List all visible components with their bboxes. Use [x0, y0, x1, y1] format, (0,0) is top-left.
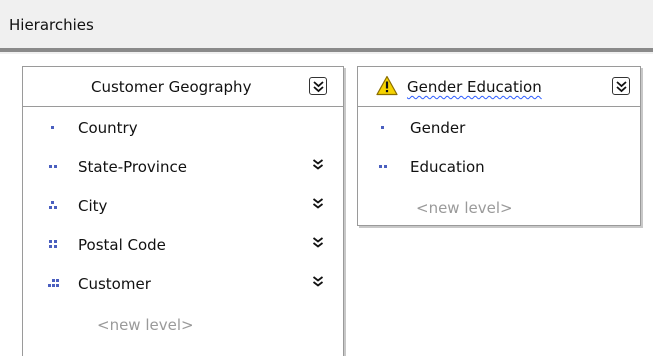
warning-icon[interactable] [376, 75, 398, 96]
level-label: Gender [410, 119, 466, 137]
hierarchy-name[interactable]: Customer Geography [91, 78, 251, 96]
level-label: State-Province [78, 158, 187, 176]
double-chevron-down-icon[interactable] [312, 197, 324, 211]
double-chevron-down-icon[interactable] [312, 275, 324, 289]
panel-divider [0, 48, 653, 52]
panel-title: Hierarchies [9, 16, 94, 34]
level-4-icon [47, 239, 63, 251]
double-chevron-down-icon[interactable] [312, 158, 324, 172]
level-label: Education [410, 158, 485, 176]
hierarchy-gender-education[interactable]: Gender Education Gender Education <new l… [357, 66, 641, 226]
level-country[interactable]: Country [23, 108, 343, 147]
hierarchy-name[interactable]: Gender Education [407, 78, 542, 96]
level-label: Customer [78, 275, 151, 293]
double-chevron-down-icon[interactable] [312, 236, 324, 250]
new-level-placeholder[interactable]: <new level> [416, 199, 513, 217]
collapse-button[interactable] [309, 77, 327, 95]
level-1-icon [377, 122, 393, 134]
collapse-button[interactable] [612, 77, 630, 95]
level-gender[interactable]: Gender [358, 108, 640, 147]
level-label: City [78, 197, 108, 215]
level-2-icon [47, 161, 63, 173]
level-label: Postal Code [78, 236, 166, 254]
new-level-placeholder[interactable]: <new level> [97, 316, 194, 334]
level-education[interactable]: Education [358, 147, 640, 186]
hierarchy-header: Gender Education [358, 67, 640, 107]
hierarchy-customer-geography[interactable]: Customer Geography Country State-Provinc… [22, 66, 344, 356]
double-chevron-down-icon [616, 81, 627, 93]
hierarchy-header: Customer Geography [23, 67, 343, 107]
level-5-icon [47, 278, 63, 290]
level-3-icon [47, 200, 63, 212]
level-2-icon [377, 161, 393, 173]
double-chevron-down-icon [313, 81, 324, 93]
level-label: Country [78, 119, 138, 137]
level-state-province[interactable]: State-Province [23, 147, 343, 186]
level-customer[interactable]: Customer [23, 264, 343, 303]
hierarchies-panel-header: Hierarchies [0, 0, 653, 54]
level-city[interactable]: City [23, 186, 343, 225]
level-postal-code[interactable]: Postal Code [23, 225, 343, 264]
level-1-icon [47, 122, 63, 134]
